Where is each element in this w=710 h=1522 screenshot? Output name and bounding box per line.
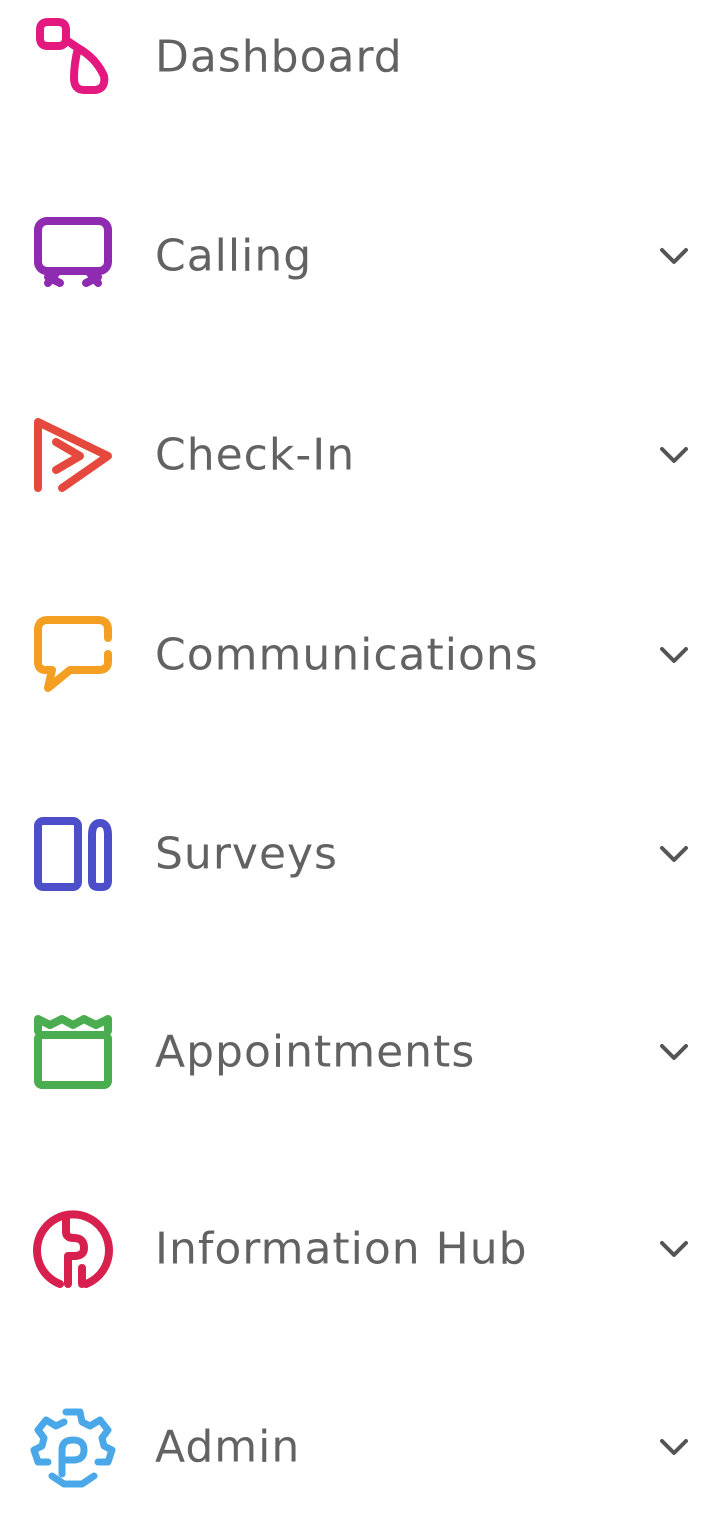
- chevron-down-icon[interactable]: [654, 435, 694, 475]
- sidebar-item-appointments[interactable]: Appointments: [0, 977, 710, 1127]
- sidebar-item-surveys[interactable]: Surveys: [0, 779, 710, 929]
- chevron-down-icon[interactable]: [654, 635, 694, 675]
- chevron-down-icon[interactable]: [654, 1427, 694, 1467]
- information-hub-icon: [30, 1206, 116, 1292]
- chevron-down-icon[interactable]: [654, 1229, 694, 1269]
- dashboard-icon: [30, 14, 116, 100]
- communications-icon: [30, 612, 116, 698]
- surveys-icon: [30, 811, 116, 897]
- sidebar-item-information-hub[interactable]: Information Hub: [0, 1174, 710, 1324]
- admin-icon: [30, 1404, 116, 1490]
- sidebar-item-label: Admin: [155, 1421, 301, 1473]
- sidebar-item-dashboard[interactable]: Dashboard: [0, 0, 710, 132]
- check-in-icon: [30, 412, 116, 498]
- sidebar-item-check-in[interactable]: Check-In: [0, 380, 710, 530]
- sidebar-item-admin[interactable]: Admin: [0, 1372, 710, 1522]
- sidebar-item-label: Dashboard: [155, 31, 403, 83]
- sidebar-item-communications[interactable]: Communications: [0, 580, 710, 730]
- chevron-down-icon[interactable]: [654, 236, 694, 276]
- sidebar-item-label: Check-In: [155, 429, 356, 481]
- sidebar-item-label: Calling: [155, 230, 313, 282]
- chevron-down-icon[interactable]: [654, 1032, 694, 1072]
- sidebar-item-calling[interactable]: Calling: [0, 181, 710, 331]
- sidebar-item-label: Communications: [155, 629, 539, 681]
- appointments-icon: [30, 1009, 116, 1095]
- calling-icon: [30, 213, 116, 299]
- sidebar-item-label: Information Hub: [155, 1223, 528, 1275]
- sidebar-item-label: Appointments: [155, 1026, 476, 1078]
- chevron-down-icon[interactable]: [654, 834, 694, 874]
- sidebar-item-label: Surveys: [155, 828, 338, 880]
- sidebar-nav: Dashboard Calling Check-In Communication…: [0, 0, 710, 1488]
